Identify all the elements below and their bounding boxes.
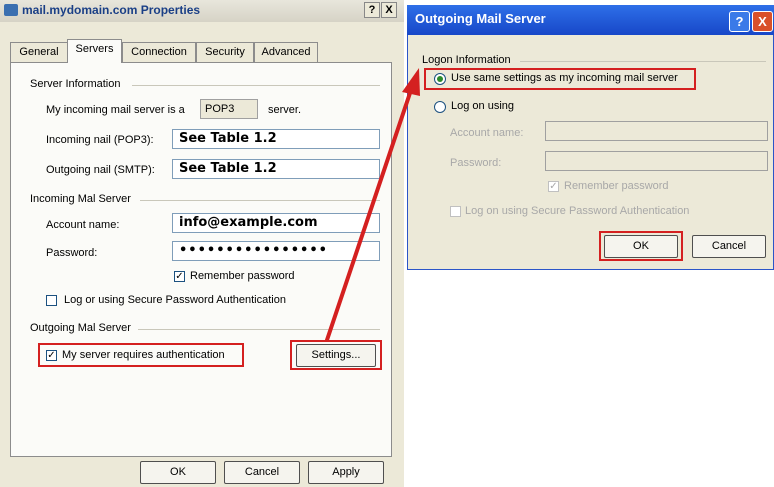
- arrow-head-icon: [402, 68, 420, 96]
- tab-servers[interactable]: Servers: [67, 39, 122, 63]
- arrow-shaft: [325, 88, 413, 342]
- red-arrow-overlay: [325, 68, 420, 342]
